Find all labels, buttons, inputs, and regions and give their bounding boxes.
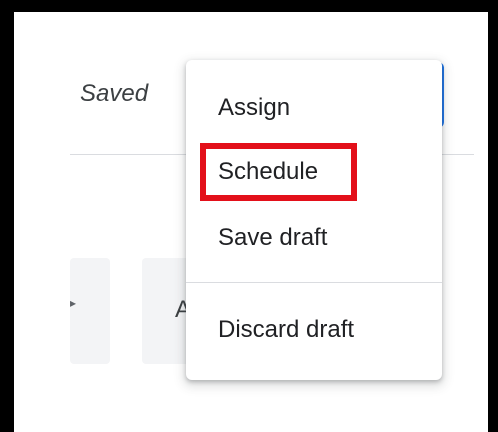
- menu-item-discard-draft[interactable]: Discard draft: [186, 300, 442, 360]
- menu-item-save-draft[interactable]: Save draft: [186, 208, 442, 268]
- saved-status-text: Saved: [80, 80, 149, 107]
- assign-options-menu: Assign Schedule Save draft Discard draft: [186, 60, 442, 380]
- menu-item-schedule[interactable]: Schedule: [186, 142, 442, 202]
- toolbar-button-left[interactable]: ▸: [70, 258, 110, 364]
- menu-item-assign[interactable]: Assign: [186, 78, 442, 138]
- menu-divider: [186, 282, 442, 283]
- caret-right-icon: ▸: [70, 296, 77, 310]
